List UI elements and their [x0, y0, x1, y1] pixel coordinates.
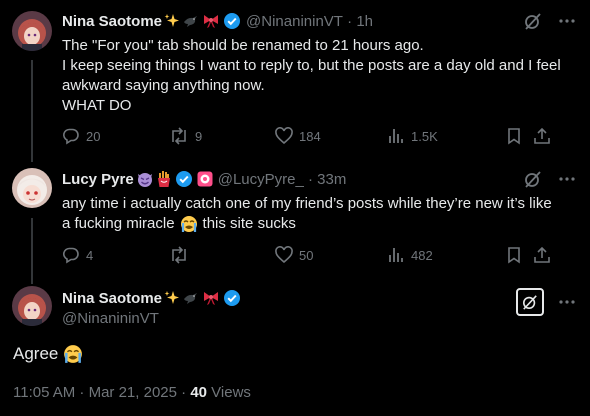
timestamp[interactable]: 1h — [356, 13, 373, 30]
verified-badge-icon — [223, 289, 241, 307]
views-button[interactable]: 1.5K — [387, 127, 505, 145]
action-bar: 4 50 482 — [62, 246, 584, 264]
post-header: Lucy Pyre @LucyPyre_ · 33m — [62, 170, 347, 188]
affiliate-badge-icon — [197, 171, 213, 187]
repost-icon — [172, 127, 186, 145]
more-icon[interactable] — [558, 170, 576, 188]
like-icon — [275, 127, 293, 145]
more-icon[interactable] — [558, 12, 576, 30]
share-button[interactable] — [533, 127, 551, 145]
bookmark-icon — [508, 247, 520, 264]
timestamp[interactable]: 11:05 AM · Mar 21, 2025 · — [13, 384, 190, 401]
main-post[interactable]: Nina Saotome @NinanininVT Agree 11:05 AM… — [0, 278, 590, 416]
reply-button[interactable]: 4 — [62, 246, 169, 264]
avatar[interactable] — [12, 168, 52, 208]
ribbon-icon — [202, 13, 220, 29]
sparkles-icon — [164, 290, 180, 306]
views-count: 40 — [190, 384, 207, 401]
handle[interactable]: @NinanininVT — [62, 310, 159, 327]
avatar[interactable] — [12, 286, 52, 326]
display-name[interactable]: Nina Saotome — [62, 290, 162, 307]
more-icon[interactable] — [558, 293, 576, 311]
views-button[interactable]: 482 — [387, 246, 505, 264]
post-nina-1[interactable]: Nina Saotome @NinanininVT · 1h The "For … — [0, 0, 590, 160]
fries-icon — [156, 170, 172, 188]
grok-icon[interactable] — [524, 12, 542, 30]
like-button[interactable]: 184 — [275, 127, 387, 145]
post-text: Agree — [13, 344, 83, 364]
repost-button[interactable] — [169, 246, 275, 264]
share-button[interactable] — [533, 246, 551, 264]
reply-button[interactable]: 20 — [62, 127, 169, 145]
ribbon-icon — [202, 290, 220, 306]
grok-icon[interactable] — [524, 170, 542, 188]
bookmark-button[interactable] — [505, 127, 533, 145]
share-icon — [534, 246, 550, 263]
bird-icon — [182, 13, 200, 29]
sparkles-icon — [164, 13, 180, 29]
views-icon — [389, 129, 403, 143]
like-icon — [275, 246, 293, 264]
like-button[interactable]: 50 — [275, 246, 387, 264]
verified-badge-icon — [175, 170, 193, 188]
verified-badge-icon — [223, 12, 241, 30]
bird-icon — [182, 290, 200, 306]
reply-icon — [63, 128, 79, 145]
timestamp[interactable]: 33m — [317, 171, 346, 188]
devil-icon — [136, 170, 154, 188]
display-name[interactable]: Nina Saotome — [62, 13, 162, 30]
bookmark-icon — [508, 128, 520, 145]
reply-icon — [63, 247, 79, 264]
grok-icon[interactable] — [516, 288, 544, 316]
post-header: Nina Saotome — [62, 289, 241, 307]
post-text: any time i actually catch one of my frie… — [62, 195, 552, 233]
share-icon — [534, 127, 550, 144]
avatar[interactable] — [12, 11, 52, 51]
crying-emoji-icon — [180, 215, 198, 233]
views-icon — [389, 248, 403, 262]
crying-emoji-icon — [63, 344, 83, 364]
post-meta: 11:05 AM · Mar 21, 2025 · 40 Views — [13, 384, 251, 401]
post-text: The "For you" tab should be renamed to 2… — [62, 37, 561, 114]
action-bar: 20 9 184 1.5K — [62, 127, 584, 145]
repost-icon — [172, 246, 186, 264]
post-lucy[interactable]: Lucy Pyre @LucyPyre_ · 33m any time i ac… — [0, 160, 590, 278]
bookmark-button[interactable] — [505, 246, 533, 264]
post-header: Nina Saotome @NinanininVT · 1h — [62, 12, 373, 30]
handle[interactable]: @LucyPyre_ — [218, 171, 304, 188]
handle[interactable]: @NinanininVT — [246, 13, 343, 30]
display-name[interactable]: Lucy Pyre — [62, 171, 134, 188]
repost-button[interactable]: 9 — [169, 127, 275, 145]
